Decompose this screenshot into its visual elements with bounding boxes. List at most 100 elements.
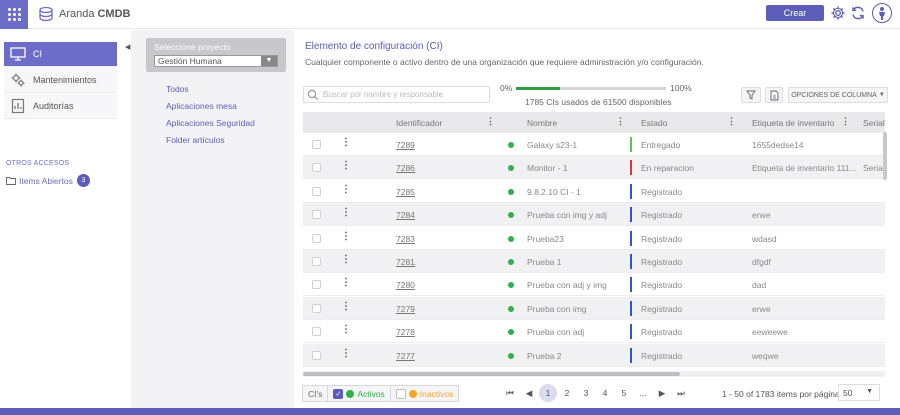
state-color-bar (630, 347, 632, 363)
table-row[interactable]: ⋮ 7279 Prueba con img Registrado erwe (303, 296, 885, 320)
cell-identificador[interactable]: 7289 (396, 140, 415, 150)
column-menu-icon[interactable]: ⋮ (727, 116, 736, 127)
last-page-button[interactable]: ⏭ (672, 384, 690, 402)
cell-identificador[interactable]: 7286 (396, 163, 415, 173)
horizontal-scrollbar-thumb[interactable] (303, 372, 680, 376)
refresh-icon[interactable] (849, 4, 867, 22)
column-options-button[interactable]: OPCIONES DE COLUMNA ▼ (788, 87, 888, 103)
project-select[interactable]: Gestión Humana ▼ (154, 55, 278, 67)
row-checkbox[interactable] (312, 257, 321, 266)
row-checkbox[interactable] (312, 327, 321, 337)
table-row[interactable]: ⋮ 7289 Galaxy s23-1 Entregado 1655dedse14 (303, 133, 885, 156)
row-checkbox[interactable] (312, 233, 321, 243)
row-menu-icon[interactable]: ⋮ (341, 231, 351, 242)
export-button[interactable] (765, 87, 783, 103)
column-menu-icon[interactable]: ⋮ (616, 116, 625, 127)
table-row[interactable]: ⋮ 7283 Prueba23 Registrado wdasd (303, 226, 885, 250)
column-header-nombre[interactable]: Nombre (527, 118, 557, 128)
open-items-link[interactable]: Items Abiertos 3 (6, 174, 90, 187)
row-menu-icon[interactable]: ⋮ (341, 207, 351, 218)
chip-activos[interactable]: ✓ Activos (328, 386, 391, 401)
search-input[interactable]: Buscar por nombre y responsable (303, 86, 490, 103)
row-menu-icon[interactable]: ⋮ (341, 254, 351, 265)
cell-identificador[interactable]: 7278 (396, 327, 415, 337)
active-status-dot (508, 305, 514, 312)
row-checkbox[interactable] (312, 350, 321, 360)
chip-cis[interactable]: CI's (303, 386, 329, 401)
row-checkbox[interactable] (312, 280, 321, 290)
table-row[interactable]: ⋮ 7277 Prueba 2 Registrado weqwe (303, 343, 885, 367)
sidebar-item-mantenimientos[interactable]: Mantenimientos (4, 68, 117, 93)
status-filter-chips: CI's ✓ Activos Inactivos (302, 385, 460, 402)
table-row[interactable]: ⋮ 7286 Monitor - 1 En reparacion Etiqueta de… (303, 156, 885, 180)
row-checkbox[interactable] (312, 303, 321, 313)
folder-aplicaciones-mesa[interactable]: Aplicaciones mesa (166, 101, 237, 111)
row-menu-icon[interactable]: ⋮ (341, 277, 351, 288)
vertical-scrollbar[interactable] (883, 132, 887, 180)
prev-page-button[interactable]: ◀ (520, 384, 538, 402)
row-checkbox[interactable] (312, 210, 321, 220)
search-placeholder: Buscar por nombre y responsable (323, 90, 444, 99)
column-menu-icon[interactable]: ⋮ (486, 116, 495, 127)
first-page-button[interactable]: ⏮ (501, 384, 519, 402)
horizontal-scrollbar[interactable] (303, 371, 885, 377)
folder-aplicaciones-seguridad[interactable]: Aplicaciones Seguridad (166, 118, 255, 128)
next-page-button[interactable]: ▶ (653, 384, 671, 402)
column-header-serial[interactable]: Serial (863, 118, 885, 128)
table-row[interactable]: ⋮ 7281 Prueba 1 Registrado dfgdf (303, 250, 885, 273)
row-menu-icon[interactable]: ⋮ (341, 160, 351, 171)
brand-product: CMDB (97, 8, 131, 20)
row-menu-icon[interactable]: ⋮ (341, 348, 351, 359)
sidebar-item-label: Mantenimientos (33, 75, 97, 85)
cell-etiqueta: erwe (752, 303, 771, 314)
cell-estado: Entregado (641, 140, 681, 150)
inactivos-checkbox[interactable] (395, 388, 406, 399)
table-row[interactable]: ⋮ 7284 Prueba con img y adj Registrado erwe (303, 203, 885, 227)
cell-identificador[interactable]: 7283 (396, 234, 415, 244)
table-header: Identificador ⋮ Nombre ⋮ Estado ⋮ Etique… (303, 112, 885, 133)
create-button[interactable]: Crear (766, 5, 824, 21)
cell-identificador[interactable]: 7280 (396, 280, 415, 290)
folder-articulos[interactable]: Folder artículos (166, 135, 225, 145)
cell-nombre: Prueba con img y adj (527, 210, 607, 221)
column-header-estado[interactable]: Estado (641, 118, 667, 128)
table-row[interactable]: ⋮ 7280 Prueba con adj y img Registrado dad (303, 273, 885, 297)
chip-inactivos[interactable]: Inactivos (391, 386, 459, 401)
page-button[interactable]: 5 (615, 384, 633, 402)
cell-identificador[interactable]: 7284 (396, 210, 415, 220)
cell-identificador[interactable]: 7285 (396, 187, 415, 197)
sidebar-item-ci[interactable]: CI (4, 42, 117, 67)
folder-todos[interactable]: Todos (166, 84, 189, 94)
cell-identificador[interactable]: 7279 (396, 304, 415, 314)
filter-button[interactable] (741, 87, 761, 103)
row-menu-icon[interactable]: ⋮ (341, 184, 351, 195)
page-button[interactable]: 1 (539, 384, 557, 402)
table-row[interactable]: ⋮ 7285 9.8.2.10 CI - 1 Registrado (303, 179, 885, 203)
gears-icon (9, 71, 27, 89)
row-checkbox[interactable] (312, 140, 321, 149)
row-menu-icon[interactable]: ⋮ (341, 301, 351, 312)
table-row[interactable]: ⋮ 7278 Prueba con adj Registrado eeweewe (303, 320, 885, 344)
column-header-etiqueta[interactable]: Etiqueta de inventario (752, 118, 834, 128)
settings-icon[interactable] (829, 4, 847, 22)
page-button[interactable]: 3 (577, 384, 595, 402)
page-ellipsis[interactable]: ... (634, 384, 652, 402)
cell-identificador[interactable]: 7281 (396, 257, 415, 267)
cell-identificador[interactable]: 7277 (396, 351, 415, 361)
row-menu-icon[interactable]: ⋮ (341, 137, 351, 148)
page-button[interactable]: 4 (596, 384, 614, 402)
apps-menu-button[interactable] (0, 0, 28, 29)
row-checkbox[interactable] (312, 186, 321, 196)
column-menu-icon[interactable]: ⋮ (841, 116, 850, 127)
activos-checkbox[interactable]: ✓ (333, 388, 344, 399)
column-header-identificador[interactable]: Identificador (396, 118, 442, 128)
user-avatar-icon[interactable] (872, 3, 892, 23)
page-size-select[interactable]: 50 ▼ (838, 384, 880, 401)
page-button[interactable]: 2 (558, 384, 576, 402)
sidebar-item-auditorias[interactable]: Auditorías (4, 94, 117, 119)
row-menu-icon[interactable]: ⋮ (341, 324, 351, 335)
report-icon (9, 97, 27, 115)
collapse-sidebar-icon[interactable]: ◀ (125, 43, 130, 51)
open-items-label: Items Abiertos (19, 175, 73, 186)
row-checkbox[interactable] (312, 163, 321, 173)
